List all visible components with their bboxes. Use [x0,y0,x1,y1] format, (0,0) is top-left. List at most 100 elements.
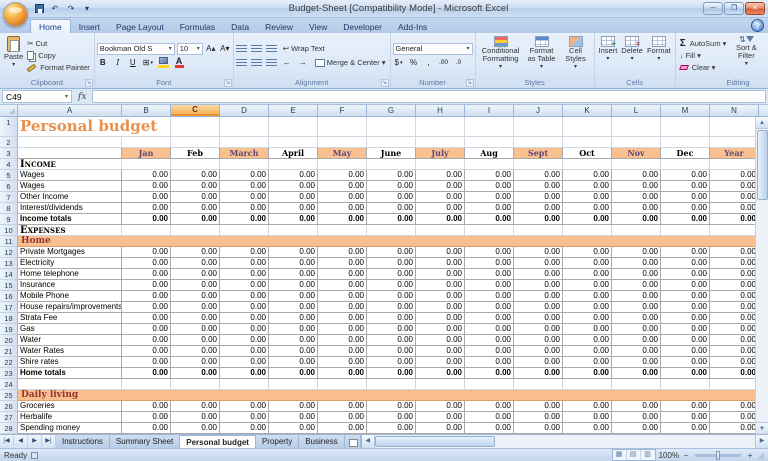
cell[interactable]: 0.00 [367,269,416,280]
cell[interactable]: 0.00 [220,324,269,335]
paste-button[interactable]: Paste ▾ [2,34,25,77]
format-as-table-button[interactable]: Format as Table ▾ [524,34,560,77]
cell[interactable]: 0.00 [367,346,416,357]
cell[interactable]: June [367,148,416,159]
cell[interactable]: 0.00 [563,192,612,203]
cell[interactable]: 0.00 [661,269,710,280]
currency-format-button[interactable]: $ ▾ [393,57,405,69]
cell[interactable]: 0.00 [171,214,220,225]
last-sheet-button[interactable]: ▶| [42,435,56,448]
row-header-22[interactable]: 22 [0,357,18,368]
cell[interactable]: 0.00 [220,247,269,258]
cell[interactable] [514,117,563,137]
cell[interactable]: 0.00 [465,181,514,192]
align-bottom-icon[interactable] [265,44,277,53]
row-header-8[interactable]: 8 [0,203,18,214]
cell[interactable] [465,117,514,137]
cell[interactable]: 0.00 [661,423,710,434]
cell[interactable]: 0.00 [612,423,661,434]
cell[interactable]: 0.00 [612,269,661,280]
cell[interactable]: 0.00 [612,357,661,368]
cell[interactable]: 0.00 [269,401,318,412]
row-header-5[interactable]: 5 [0,170,18,181]
cell[interactable]: 0.00 [514,313,563,324]
cell[interactable]: 0.00 [465,335,514,346]
row-header-24[interactable]: 24 [0,379,18,390]
cell[interactable]: 0.00 [465,401,514,412]
cell[interactable]: 0.00 [563,302,612,313]
cell[interactable]: 0.00 [514,401,563,412]
cell[interactable]: 0.00 [269,313,318,324]
cell[interactable] [269,379,318,390]
cell[interactable]: 0.00 [465,203,514,214]
cell[interactable]: 0.00 [661,192,710,203]
column-header-M[interactable]: M [661,105,710,116]
cell[interactable]: 0.00 [612,170,661,181]
cell[interactable]: 0.00 [710,203,759,214]
align-top-icon[interactable] [235,44,247,53]
merge-center-button[interactable]: Merge & Center ▾ [313,57,388,69]
sheet-tab-instructions[interactable]: Instructions [56,435,110,448]
undo-button[interactable]: ↶ [48,2,62,15]
cell[interactable]: 0.00 [122,423,171,434]
ribbon-tab-home[interactable]: Home [30,19,71,33]
cell[interactable]: 0.00 [416,181,465,192]
bold-button[interactable]: B [97,57,109,69]
cell[interactable] [661,137,710,148]
cell[interactable]: 0.00 [514,170,563,181]
row-header-15[interactable]: 15 [0,280,18,291]
clipboard-dialog-launcher[interactable]: ↘ [84,79,93,87]
cell[interactable]: 0.00 [563,181,612,192]
cell[interactable] [122,137,171,148]
column-header-D[interactable]: D [220,105,269,116]
column-header-K[interactable]: K [563,105,612,116]
cell[interactable]: 0.00 [514,368,563,379]
cell[interactable]: 0.00 [710,324,759,335]
font-size-combo[interactable]: 10 ▾ [176,42,203,55]
cell[interactable]: 0.00 [563,203,612,214]
cell[interactable]: 0.00 [122,357,171,368]
cell[interactable]: 0.00 [416,214,465,225]
ribbon-tab-insert[interactable]: Insert [71,20,108,33]
cell[interactable]: 0.00 [367,280,416,291]
cell[interactable] [514,137,563,148]
cell[interactable]: 0.00 [661,313,710,324]
cell[interactable] [612,159,661,170]
cell[interactable]: 0.00 [269,170,318,181]
comma-format-button[interactable]: , [423,57,435,69]
cell[interactable] [465,379,514,390]
align-middle-icon[interactable] [250,44,262,53]
cell[interactable] [563,117,612,137]
cell[interactable] [710,117,759,137]
cell[interactable]: 0.00 [220,401,269,412]
cell[interactable] [318,137,367,148]
help-button[interactable]: ? [751,19,764,32]
cell[interactable]: 0.00 [122,214,171,225]
cell[interactable] [465,137,514,148]
increase-decimal-button[interactable]: .00 [438,57,450,69]
cell[interactable]: 0.00 [661,302,710,313]
cell[interactable]: 0.00 [122,269,171,280]
cell[interactable]: 0.00 [171,357,220,368]
row-header-19[interactable]: 19 [0,324,18,335]
cell[interactable]: 0.00 [465,423,514,434]
cell[interactable]: 0.00 [171,401,220,412]
insert-cells-button[interactable]: + Insert ▾ [597,34,620,77]
column-header-F[interactable]: F [318,105,367,116]
cell[interactable]: 0.00 [514,357,563,368]
find-select-button[interactable]: Find & Select ▾ [764,34,768,77]
cell[interactable]: 0.00 [122,247,171,258]
cell[interactable]: 0.00 [269,247,318,258]
cell[interactable] [416,159,465,170]
cell[interactable]: 0.00 [710,269,759,280]
cell[interactable]: 0.00 [367,192,416,203]
cell[interactable]: 0.00 [269,269,318,280]
scroll-left-button[interactable]: ◀ [361,435,375,448]
cell[interactable]: 0.00 [416,335,465,346]
cell[interactable]: 0.00 [367,203,416,214]
format-painter-button[interactable]: Format Painter [25,62,92,74]
cell[interactable]: 0.00 [465,368,514,379]
cell[interactable]: 0.00 [465,412,514,423]
cell[interactable]: March [220,148,269,159]
cell[interactable]: 0.00 [318,302,367,313]
